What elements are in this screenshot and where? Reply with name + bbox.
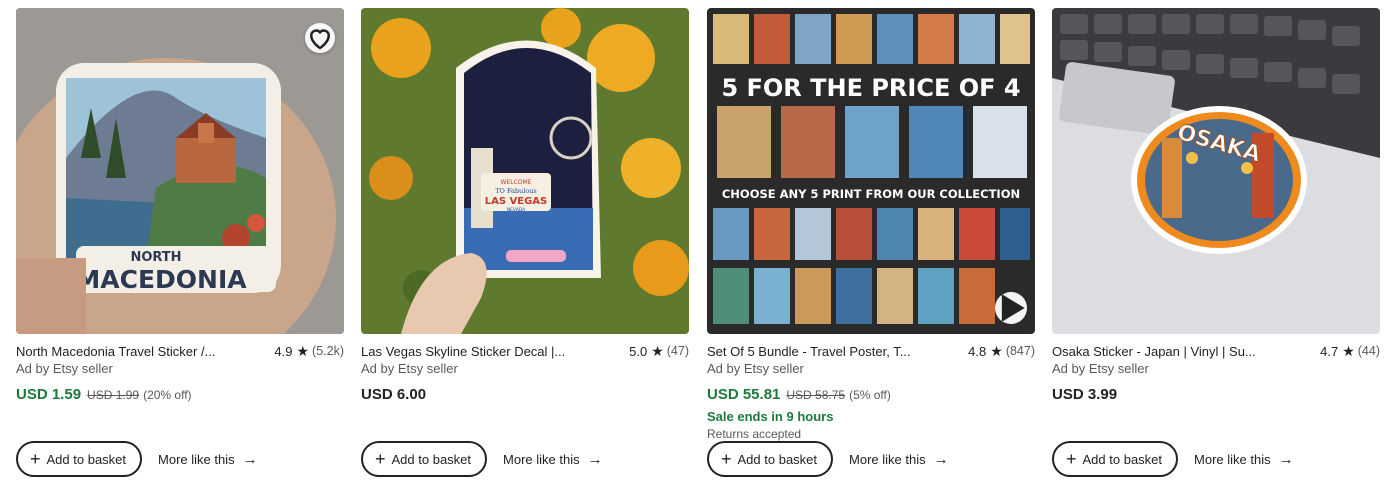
plus-icon: + bbox=[30, 449, 41, 469]
image-headline: 5 FOR THE PRICE OF 4 bbox=[721, 74, 1020, 102]
add-to-basket-label: Add to basket bbox=[737, 451, 818, 467]
discount-label: (5% off) bbox=[849, 388, 891, 402]
image-text-welcome: WELCOME bbox=[501, 179, 532, 186]
card-actions: + Add to basket More like this → bbox=[1052, 441, 1294, 477]
review-count: (47) bbox=[666, 344, 689, 358]
more-like-this-link[interactable]: More like this → bbox=[158, 451, 258, 468]
card-actions: + Add to basket More like this → bbox=[361, 441, 603, 477]
ad-label: Ad by Etsy seller bbox=[16, 361, 113, 376]
review-count: (44) bbox=[1357, 344, 1380, 358]
ad-label: Ad by Etsy seller bbox=[1052, 361, 1149, 376]
listing-rating: 5.0 ★ (47) bbox=[629, 344, 689, 359]
more-like-this-label: More like this bbox=[849, 451, 926, 467]
listing-title[interactable]: Las Vegas Skyline Sticker Decal |... bbox=[361, 344, 565, 359]
review-count: (5.2k) bbox=[312, 344, 344, 358]
add-to-basket-label: Add to basket bbox=[1082, 451, 1163, 467]
sale-price: USD 1.59 bbox=[16, 386, 82, 403]
image-text-nevada: NEVADA bbox=[507, 207, 526, 213]
listing-title[interactable]: Set Of 5 Bundle - Travel Poster, T... bbox=[707, 344, 911, 359]
original-price: USD 1.99 bbox=[87, 388, 140, 402]
image-text-fabulous: TO Fabulous bbox=[495, 187, 537, 195]
more-like-this-label: More like this bbox=[158, 451, 235, 467]
arrow-right-icon: → bbox=[933, 450, 949, 468]
star-icon: ★ bbox=[296, 343, 310, 359]
more-like-this-link[interactable]: More like this → bbox=[503, 451, 603, 468]
more-like-this-label: More like this bbox=[503, 451, 580, 467]
image-subheadline: CHOOSE ANY 5 PRINT FROM OUR COLLECTION bbox=[722, 187, 1020, 201]
add-to-basket-button[interactable]: + Add to basket bbox=[707, 441, 834, 477]
listing-title[interactable]: Osaka Sticker - Japan | Vinyl | Su... bbox=[1052, 344, 1256, 359]
add-to-basket-button[interactable]: + Add to basket bbox=[1052, 441, 1179, 477]
listing-image[interactable]: 5 FOR THE PRICE OF 4 CHOOSE ANY 5 PRINT … bbox=[707, 8, 1035, 334]
listing-card[interactable]: 5 FOR THE PRICE OF 4 CHOOSE ANY 5 PRINT … bbox=[707, 8, 1035, 441]
discount-label: (20% off) bbox=[143, 388, 192, 402]
rating-value: 4.7 bbox=[1320, 343, 1339, 359]
sale-ends-note: Sale ends in 9 hours bbox=[707, 409, 834, 424]
listing-rating: 4.8 ★ (847) bbox=[968, 344, 1035, 359]
price-row: USD 1.59 USD 1.99 (20% off) bbox=[16, 386, 344, 406]
plus-icon: + bbox=[375, 449, 386, 469]
listing-rating: 4.9 ★ (5.2k) bbox=[274, 344, 344, 359]
original-price: USD 58.75 bbox=[786, 388, 846, 402]
listing-card[interactable]: OSAKA Osaka Sticker - Japan | Vinyl | Su… bbox=[1052, 8, 1380, 406]
star-icon: ★ bbox=[1342, 343, 1355, 359]
sticker-photo: WELCOME TO Fabulous LAS VEGAS NEVADA bbox=[361, 8, 689, 334]
sticker-photo: NORTH MACEDONIA bbox=[16, 8, 344, 334]
star-icon: ★ bbox=[651, 343, 664, 359]
rating-value: 4.9 bbox=[274, 343, 293, 359]
add-to-basket-button[interactable]: + Add to basket bbox=[16, 441, 143, 477]
listing-title[interactable]: North Macedonia Travel Sticker /... bbox=[16, 344, 215, 359]
add-to-basket-label: Add to basket bbox=[391, 451, 472, 467]
arrow-right-icon: → bbox=[242, 450, 258, 468]
more-like-this-label: More like this bbox=[1194, 451, 1271, 467]
more-like-this-link[interactable]: More like this → bbox=[849, 451, 949, 468]
poster-bundle-image: 5 FOR THE PRICE OF 4 CHOOSE ANY 5 PRINT … bbox=[707, 8, 1035, 334]
price-row: USD 55.81 USD 58.75 (5% off) bbox=[707, 386, 1035, 406]
sticker-photo: OSAKA bbox=[1052, 8, 1380, 334]
plus-icon: + bbox=[1066, 449, 1077, 469]
star-icon: ★ bbox=[990, 343, 1003, 359]
arrow-right-icon: → bbox=[587, 450, 603, 468]
ad-label: Ad by Etsy seller bbox=[707, 361, 804, 376]
ad-label: Ad by Etsy seller bbox=[361, 361, 458, 376]
price-row: USD 3.99 bbox=[1052, 386, 1380, 406]
rating-value: 5.0 bbox=[629, 343, 648, 359]
listing-grid: NORTH MACEDONIA North Macedonia Travel S… bbox=[0, 0, 1399, 499]
listing-card[interactable]: WELCOME TO Fabulous LAS VEGAS NEVADA Las… bbox=[361, 8, 689, 406]
price-row: USD 6.00 bbox=[361, 386, 689, 406]
listing-image[interactable]: WELCOME TO Fabulous LAS VEGAS NEVADA bbox=[361, 8, 689, 334]
sale-price: USD 55.81 bbox=[707, 386, 781, 403]
rating-value: 4.8 bbox=[968, 343, 987, 359]
card-actions: + Add to basket More like this → bbox=[707, 441, 949, 477]
add-to-basket-button[interactable]: + Add to basket bbox=[361, 441, 488, 477]
play-icon bbox=[1001, 294, 1025, 322]
image-text-north: NORTH bbox=[130, 250, 181, 265]
more-like-this-link[interactable]: More like this → bbox=[1194, 451, 1294, 468]
listing-price: USD 3.99 bbox=[1052, 386, 1118, 403]
review-count: (847) bbox=[1005, 344, 1035, 358]
image-text-las-vegas: LAS VEGAS bbox=[485, 196, 548, 207]
arrow-right-icon: → bbox=[1278, 450, 1294, 468]
listing-rating: 4.7 ★ (44) bbox=[1320, 344, 1380, 359]
listing-image[interactable]: NORTH MACEDONIA bbox=[16, 8, 344, 334]
plus-icon: + bbox=[721, 449, 732, 469]
listing-price: USD 6.00 bbox=[361, 386, 427, 403]
card-actions: + Add to basket More like this → bbox=[16, 441, 258, 477]
favorite-button[interactable] bbox=[305, 23, 335, 53]
heart-icon bbox=[309, 29, 331, 50]
add-to-basket-label: Add to basket bbox=[46, 451, 127, 467]
image-text-macedonia: MACEDONIA bbox=[75, 265, 247, 294]
listing-image[interactable]: OSAKA bbox=[1052, 8, 1380, 334]
returns-note: Returns accepted bbox=[707, 427, 802, 441]
listing-card[interactable]: NORTH MACEDONIA North Macedonia Travel S… bbox=[16, 8, 344, 406]
play-video-button[interactable] bbox=[995, 292, 1027, 324]
